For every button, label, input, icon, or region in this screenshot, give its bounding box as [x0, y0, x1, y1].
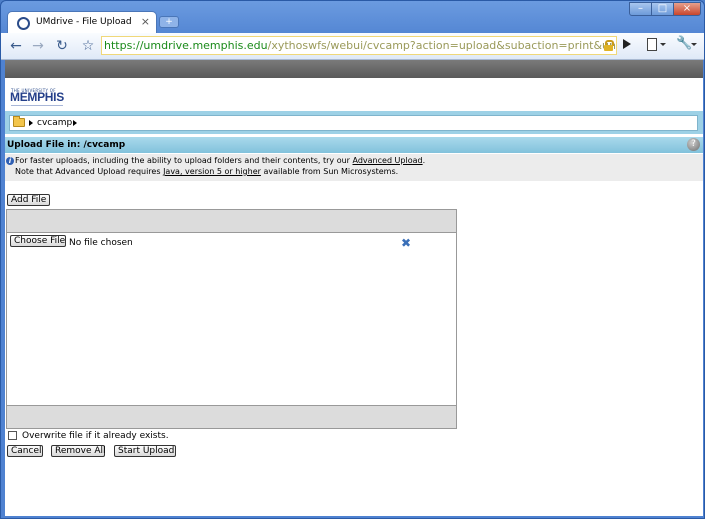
- new-tab-button[interactable]: +: [159, 16, 179, 28]
- upload-location-bar: Upload File in: /cvcamp ?: [5, 137, 703, 153]
- tab-strip: UMdrive - File Upload × + – □ ×: [1, 1, 704, 35]
- add-file-button[interactable]: Add File: [7, 194, 50, 206]
- file-table-footer: [7, 405, 456, 428]
- breadcrumb-item-cvcamp[interactable]: cvcamp: [37, 118, 72, 128]
- help-icon[interactable]: ?: [687, 138, 700, 151]
- back-arrow-icon[interactable]: ←: [7, 37, 25, 55]
- info-line-1: For faster uploads, including the abilit…: [15, 156, 426, 165]
- top-dark-bar: [5, 60, 703, 78]
- info-icon: i: [6, 157, 14, 165]
- lock-icon[interactable]: [604, 40, 614, 51]
- upload-file-table: Choose File No file chosen ✖: [6, 209, 457, 429]
- maximize-button[interactable]: □: [651, 2, 674, 16]
- file-row: Choose File No file chosen ✖: [7, 233, 456, 253]
- forward-arrow-icon[interactable]: →: [29, 37, 47, 55]
- url-host: https://umdrive.memphis.edu: [104, 39, 268, 52]
- file-status: No file chosen: [69, 238, 133, 248]
- bookmark-star-icon[interactable]: ☆: [79, 37, 97, 55]
- go-play-icon[interactable]: [623, 39, 631, 49]
- address-bar[interactable]: https://umdrive.memphis.edu/xythoswfs/we…: [101, 36, 617, 55]
- page-content: THE UNIVERSITY OF MEMPHIS cvcamp Upload …: [5, 60, 703, 516]
- tab-close-icon[interactable]: ×: [141, 15, 150, 28]
- folder-icon[interactable]: [13, 116, 25, 127]
- start-upload-button[interactable]: Start Upload: [114, 445, 176, 457]
- umdrive-favicon-icon: [17, 17, 30, 30]
- wrench-menu-icon[interactable]: 🔧: [676, 36, 692, 51]
- info-line-2: Note that Advanced Upload requires Java,…: [15, 167, 399, 176]
- browser-window: UMdrive - File Upload × + – □ × ← → ↻ ☆ …: [0, 0, 705, 519]
- breadcrumb-arrow-icon[interactable]: [73, 120, 77, 126]
- minimize-button[interactable]: –: [629, 2, 652, 16]
- upload-location-label: Upload File in: /cvcamp: [7, 140, 126, 150]
- browser-tab[interactable]: UMdrive - File Upload ×: [7, 11, 157, 33]
- overwrite-label: Overwrite file if it already exists.: [22, 431, 169, 441]
- java-link[interactable]: Java, version 5 or higher: [163, 167, 261, 176]
- university-logo[interactable]: MEMPHIS: [10, 90, 64, 104]
- browser-toolbar: ← → ↻ ☆ https://umdrive.memphis.edu/xyth…: [1, 33, 704, 60]
- choose-file-button[interactable]: Choose File: [10, 235, 66, 247]
- reload-icon[interactable]: ↻: [53, 37, 71, 55]
- url-path: /xythoswfs/webui/cvcamp?action=upload&su…: [267, 39, 616, 52]
- file-table-header: [7, 210, 456, 233]
- page-menu-caret-icon: [660, 43, 666, 46]
- page-menu-icon[interactable]: [647, 38, 657, 51]
- close-window-button[interactable]: ×: [673, 2, 701, 16]
- remove-file-icon[interactable]: ✖: [401, 237, 411, 249]
- wrench-menu-caret-icon: [691, 43, 697, 46]
- info-message: i For faster uploads, including the abil…: [5, 154, 703, 181]
- breadcrumb: cvcamp: [9, 115, 698, 131]
- cancel-button[interactable]: Cancel: [7, 445, 43, 457]
- logo-underline: [11, 105, 63, 106]
- overwrite-checkbox[interactable]: [8, 431, 17, 440]
- tab-title: UMdrive - File Upload: [36, 17, 132, 27]
- breadcrumb-arrow-icon[interactable]: [29, 120, 33, 126]
- remove-all-button[interactable]: Remove All: [51, 445, 106, 457]
- advanced-upload-link[interactable]: Advanced Upload: [353, 156, 423, 165]
